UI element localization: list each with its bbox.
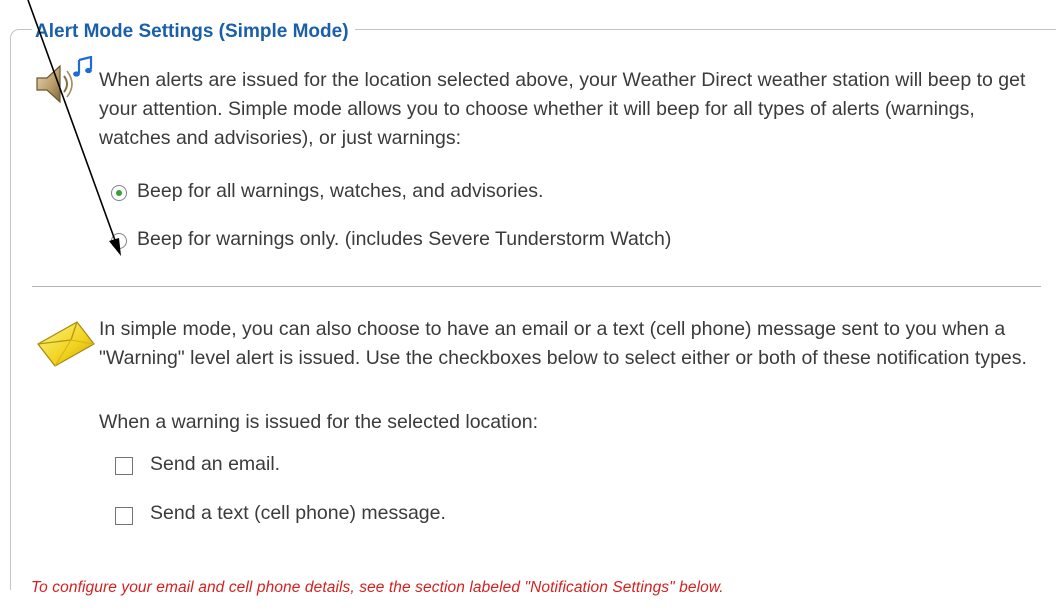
warning-prompt: When a warning is issued for the selecte… xyxy=(99,411,538,433)
send-email-label[interactable]: Send an email. xyxy=(150,453,280,476)
notification-description: In simple mode, you can also choose to h… xyxy=(99,318,1027,369)
panel-legend: Alert Mode Settings (Simple Mode) xyxy=(32,21,355,43)
section-divider xyxy=(32,286,1041,287)
speaker-music-icon xyxy=(36,56,93,104)
send-email-checkbox[interactable] xyxy=(115,457,133,475)
send-text-checkbox[interactable] xyxy=(115,507,133,525)
notification-settings-note: To configure your email and cell phone d… xyxy=(31,579,724,596)
radio-warnings-only-label[interactable]: Beep for warnings only. (includes Severe… xyxy=(137,228,671,251)
send-text-label[interactable]: Send a text (cell phone) message. xyxy=(150,502,446,525)
envelope-icon xyxy=(37,321,95,367)
radio-all-alerts[interactable] xyxy=(111,185,127,201)
radio-all-alerts-label[interactable]: Beep for all warnings, watches, and advi… xyxy=(137,180,543,203)
radio-warnings-only[interactable] xyxy=(111,233,127,249)
alerts-description: When alerts are issued for the location … xyxy=(99,69,1026,149)
